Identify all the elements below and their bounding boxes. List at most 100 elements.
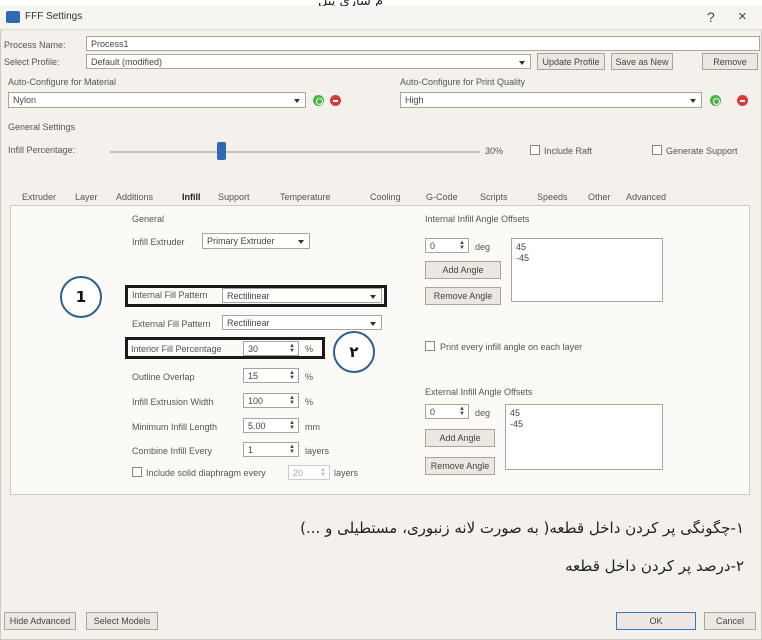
select-models-button[interactable]: Select Models [86,612,158,630]
combine-infill-value: 1 [248,445,254,455]
outline-overlap-value: 15 [248,371,259,381]
list-item[interactable]: 45 [510,408,658,419]
external-angle-value: 0 [430,407,436,417]
update-profile-button[interactable]: Update Profile [537,53,605,70]
close-button[interactable]: × [738,8,747,25]
solid-diaphragm-checkbox[interactable] [132,467,142,477]
select-profile-label: Select Profile: [4,57,60,67]
external-pattern-dropdown[interactable]: Rectilinear [222,315,382,330]
profile-dropdown[interactable]: Default (modified) [86,54,531,69]
external-angle-spinbox[interactable]: 0 ▲ ▼ [425,404,469,419]
tab-support[interactable]: Support [218,192,250,202]
external-remove-angle-button[interactable]: Remove Angle [425,457,495,475]
tab-speeds[interactable]: Speeds [537,192,568,202]
remove-profile-button[interactable]: Remove [702,53,758,70]
interior-percentage-spinbox[interactable]: 30 ▲ ▼ [243,341,299,356]
spin-arrows-icon[interactable]: ▲ ▼ [289,420,295,431]
external-add-angle-button[interactable]: Add Angle [425,429,495,447]
internal-add-angle-button[interactable]: Add Angle [425,261,501,279]
chevron-down-icon [298,240,304,244]
extrusion-width-value: 100 [248,396,264,406]
generate-support-checkbox[interactable] [652,145,662,155]
general-settings-label: General Settings [8,122,76,132]
infill-percentage-label: Infill Percentage: [8,145,76,155]
tab-gcode[interactable]: G-Code [426,192,458,202]
min-infill-length-spinbox[interactable]: 5.00 ▲ ▼ [243,418,299,433]
cancel-button[interactable]: Cancel [704,612,756,630]
quality-dropdown[interactable]: High [400,92,702,108]
internal-angle-spinbox[interactable]: 0 ▲ ▼ [425,238,469,253]
solid-diaphragm-label: Include solid diaphragm every [146,468,266,478]
quality-value: High [405,95,424,105]
outline-overlap-spinbox[interactable]: 15 ▲ ▼ [243,368,299,383]
spin-arrows-icon[interactable]: ▲ ▼ [289,395,295,406]
list-item[interactable]: -45 [516,253,658,264]
include-raft-label: Include Raft [544,146,593,156]
tab-advanced[interactable]: Advanced [626,192,666,202]
auto-quality-label: Auto-Configure for Print Quality [400,77,526,87]
spin-arrows-icon[interactable]: ▲ ▼ [289,343,295,354]
tab-extruder[interactable]: Extruder [22,192,56,202]
tab-infill[interactable]: Infill [182,192,201,202]
note-2: ۲-درصد پر کردن داخل قطعه [565,557,744,575]
internal-remove-angle-button[interactable]: Remove Angle [425,287,501,305]
material-dropdown[interactable]: Nylon [8,92,306,108]
note-1: ۱-چگونگی پر کردن داخل قطعه( به صورت لانه… [300,519,744,537]
infill-percentage-value: 30% [485,146,504,156]
hide-advanced-button[interactable]: Hide Advanced [4,612,76,630]
interior-percentage-unit: % [305,344,314,354]
extrusion-width-unit: % [305,397,314,407]
list-item[interactable]: -45 [510,419,658,430]
infill-extruder-dropdown[interactable]: Primary Extruder [202,233,310,249]
combine-infill-spinbox[interactable]: 1 ▲ ▼ [243,442,299,457]
tab-cooling[interactable]: Cooling [370,192,401,202]
internal-pattern-label: Internal Fill Pattern [132,290,208,300]
ok-button[interactable]: OK [616,612,696,630]
remove-quality-icon[interactable] [737,95,748,106]
external-angles-list[interactable]: 45 -45 [505,404,663,470]
add-material-icon[interactable] [313,95,324,106]
spin-arrows-icon[interactable]: ▲ ▼ [289,370,295,381]
extrusion-width-spinbox[interactable]: 100 ▲ ▼ [243,393,299,408]
tab-other[interactable]: Other [588,192,611,202]
spin-arrows-icon[interactable]: ▲ ▼ [320,467,326,478]
list-item[interactable]: 45 [516,242,658,253]
tab-layer[interactable]: Layer [75,192,98,202]
min-infill-length-label: Minimum Infill Length [132,422,218,432]
save-as-new-button[interactable]: Save as New [611,53,673,70]
remove-material-icon[interactable] [330,95,341,106]
spin-arrows-icon[interactable]: ▲ ▼ [289,444,295,455]
process-name-label: Process Name: [4,40,66,50]
profile-value: Default (modified) [91,57,163,67]
infill-slider-thumb[interactable] [217,142,226,160]
app-icon [6,11,20,23]
infill-slider-track[interactable] [110,151,480,153]
interior-percentage-label: Interior Fill Percentage [131,344,222,354]
chevron-down-icon [370,295,376,299]
generate-support-label: Generate Support [666,146,738,156]
external-angles-label: External Infill Angle Offsets [425,387,533,397]
help-button[interactable]: ? [707,9,715,25]
internal-pattern-dropdown[interactable]: Rectilinear [222,288,382,303]
solid-diaphragm-spinbox[interactable]: 20 ▲ ▼ [288,465,330,480]
combine-infill-label: Combine Infill Every [132,446,213,456]
tab-scripts[interactable]: Scripts [480,192,508,202]
process-name-input[interactable]: Process1 [86,36,760,51]
include-raft-checkbox[interactable] [530,145,540,155]
tab-additions[interactable]: Additions [116,192,153,202]
spin-arrows-icon[interactable]: ▲ ▼ [459,406,465,417]
infill-general-label: General [132,214,165,224]
internal-angle-value: 0 [430,241,436,251]
internal-pattern-value: Rectilinear [227,291,270,301]
tab-temperature[interactable]: Temperature [280,192,331,202]
internal-angles-list[interactable]: 45 -45 [511,238,663,302]
external-angle-unit: deg [475,408,491,418]
title-bar [0,6,762,30]
external-pattern-value: Rectilinear [227,318,270,328]
print-every-angle-checkbox[interactable] [425,341,435,351]
infill-extruder-label: Infill Extruder [132,237,185,247]
add-quality-icon[interactable] [710,95,721,106]
combine-infill-unit: layers [305,446,330,456]
chevron-down-icon [370,322,376,326]
spin-arrows-icon[interactable]: ▲ ▼ [459,240,465,251]
